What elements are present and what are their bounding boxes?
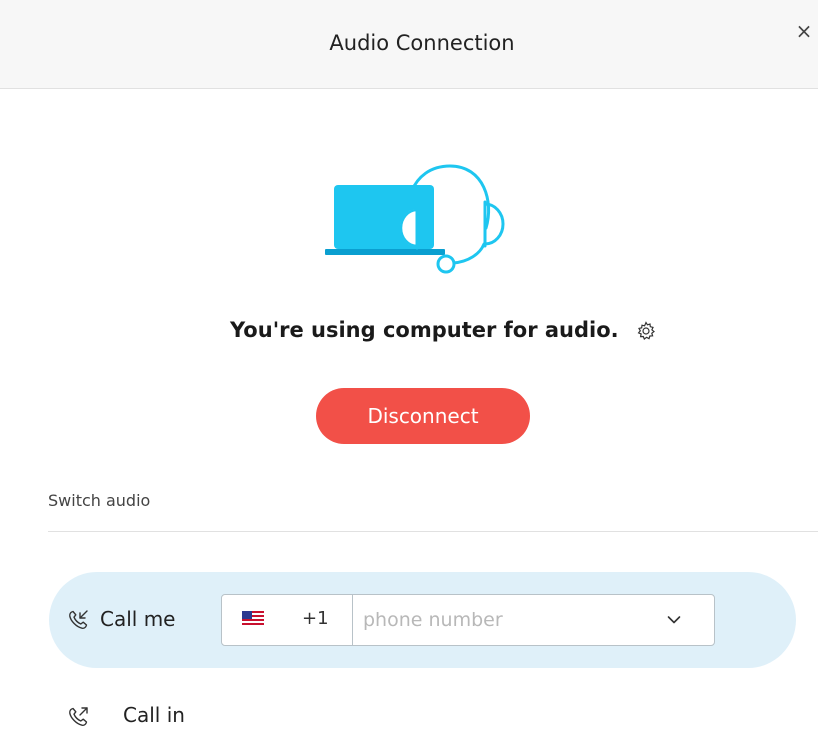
switch-audio-label: Switch audio bbox=[48, 491, 151, 510]
phone-number-field-group: +1 bbox=[221, 594, 715, 646]
phone-number-input[interactable] bbox=[353, 595, 653, 645]
call-me-label: Call me bbox=[100, 607, 176, 631]
disconnect-button[interactable]: Disconnect bbox=[316, 388, 530, 444]
country-code: +1 bbox=[302, 608, 329, 629]
chevron-down-icon[interactable] bbox=[666, 612, 682, 628]
audio-connection-dialog: Audio Connection × You're using computer… bbox=[0, 0, 818, 748]
dialog-title: Audio Connection bbox=[329, 31, 515, 55]
us-flag-icon bbox=[242, 611, 264, 625]
dialog-header: Audio Connection × bbox=[0, 0, 818, 89]
country-code-select[interactable]: +1 bbox=[222, 595, 353, 645]
computer-headset-illustration bbox=[325, 164, 505, 274]
audio-status: You're using computer for audio. bbox=[0, 318, 818, 342]
section-divider bbox=[48, 531, 818, 532]
call-in-label: Call in bbox=[123, 703, 185, 727]
audio-status-text: You're using computer for audio. bbox=[230, 318, 619, 342]
phone-incoming-icon bbox=[69, 610, 88, 629]
phone-outgoing-icon bbox=[69, 707, 88, 726]
call-in-option[interactable]: Call in bbox=[49, 694, 349, 740]
gear-icon[interactable] bbox=[636, 321, 656, 341]
close-button[interactable]: × bbox=[792, 18, 816, 44]
